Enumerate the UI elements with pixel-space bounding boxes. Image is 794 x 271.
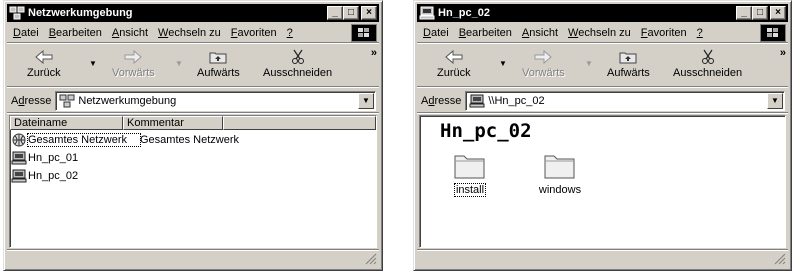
folder-label: windows (538, 184, 582, 196)
forward-arrow-icon (534, 49, 553, 65)
status-bar (417, 249, 788, 267)
cut-button[interactable]: Ausschneiden (673, 49, 742, 79)
folder-up-icon (209, 52, 227, 64)
folder-item-install[interactable]: install (440, 150, 500, 197)
menu-favoriten[interactable]: Favoriten (641, 27, 687, 39)
address-label: Adresse (421, 94, 462, 107)
resize-grip-icon[interactable] (365, 253, 377, 265)
item-name: Hn_pc_01 (28, 152, 79, 164)
column-headers: Dateiname Kommentar (10, 116, 376, 130)
menu-bar: Datei Bearbeiten Ansicht Wechseln zu Fav… (7, 23, 379, 43)
window-netzwerkumgebung: Netzwerkumgebung _ □ × Datei Bearbeiten … (3, 0, 383, 271)
back-arrow-icon (445, 49, 463, 65)
item-name: Hn_pc_02 (28, 170, 79, 182)
window-title: Hn_pc_02 (438, 7, 490, 19)
toolbar-more-button[interactable]: » (780, 47, 786, 59)
window-hn-pc-02: Hn_pc_02 _ □ × Datei Bearbeiten Ansicht … (413, 0, 792, 271)
list-item[interactable]: Hn_pc_01 (10, 150, 376, 166)
folder-icon (544, 155, 575, 179)
forward-button[interactable]: Vorwärts (522, 49, 565, 79)
computer-icon (469, 94, 485, 107)
up-button[interactable]: Aufwärts (607, 49, 650, 79)
computer-icon (11, 169, 27, 183)
menu-ansicht[interactable]: Ansicht (112, 27, 148, 39)
scissors-icon (291, 49, 304, 64)
column-header-comment[interactable]: Kommentar (123, 116, 223, 130)
forward-history-dropdown[interactable]: ▼ (175, 59, 183, 68)
menu-datei[interactable]: Datei (13, 27, 39, 39)
network-neighborhood-icon (9, 6, 25, 20)
up-button[interactable]: Aufwärts (197, 49, 240, 79)
menu-bearbeiten[interactable]: Bearbeiten (49, 27, 102, 39)
computer-icon (419, 6, 435, 20)
close-button[interactable]: × (361, 6, 377, 20)
address-field[interactable]: Netzwerkumgebung ▼ (55, 90, 376, 111)
item-name: Gesamtes Netzwerk (27, 133, 141, 147)
minimize-button[interactable]: _ (736, 6, 752, 20)
maximize-button[interactable]: □ (752, 6, 768, 20)
back-history-dropdown[interactable]: ▼ (499, 59, 507, 68)
scissors-icon (701, 49, 714, 64)
network-neighborhood-icon (59, 94, 75, 107)
menu-bearbeiten[interactable]: Bearbeiten (459, 27, 512, 39)
toolbar-more-button[interactable]: » (371, 47, 377, 59)
file-list[interactable]: Dateiname Kommentar Gesamtes Netzwerk Ge… (9, 115, 377, 248)
windows-logo-icon (351, 24, 377, 42)
minimize-button[interactable]: _ (327, 6, 343, 20)
item-comment: Gesamtes Netzwerk (140, 134, 240, 146)
forward-history-dropdown[interactable]: ▼ (585, 59, 593, 68)
menu-wechseln-zu[interactable]: Wechseln zu (158, 27, 221, 39)
toolbar: Zurück ▼ Vorwärts ▼ Aufwärts Ausschneide… (417, 45, 788, 87)
folder-label: install (453, 183, 487, 197)
address-value: \\Hn_pc_02 (488, 94, 545, 107)
menu-datei[interactable]: Datei (423, 27, 449, 39)
address-dropdown-button[interactable]: ▼ (767, 92, 783, 109)
folder-icon (454, 155, 485, 179)
address-bar: Adresse Netzwerkumgebung ▼ (7, 89, 379, 113)
menu-help[interactable]: ? (287, 27, 293, 39)
back-button[interactable]: Zurück (27, 49, 61, 79)
title-bar[interactable]: Hn_pc_02 _ □ × (417, 4, 788, 22)
back-button[interactable]: Zurück (437, 49, 471, 79)
forward-arrow-icon (124, 49, 143, 65)
back-history-dropdown[interactable]: ▼ (89, 59, 97, 68)
window-title: Netzwerkumgebung (28, 7, 133, 19)
column-header-name[interactable]: Dateiname (10, 116, 123, 130)
back-arrow-icon (35, 49, 53, 65)
computer-icon (11, 151, 27, 165)
address-label: Adresse (11, 94, 52, 107)
menu-favoriten[interactable]: Favoriten (231, 27, 277, 39)
menu-help[interactable]: ? (697, 27, 703, 39)
maximize-button[interactable]: □ (343, 6, 359, 20)
folder-heading: Hn_pc_02 (440, 120, 532, 142)
globe-icon (12, 133, 26, 147)
folder-item-windows[interactable]: windows (530, 150, 590, 196)
windows-logo-icon (760, 24, 786, 42)
folder-view[interactable]: Hn_pc_02 install windows (419, 115, 786, 248)
resize-grip-icon[interactable] (774, 253, 786, 265)
list-item[interactable]: Hn_pc_02 (10, 168, 376, 184)
menu-wechseln-zu[interactable]: Wechseln zu (568, 27, 631, 39)
list-item[interactable]: Gesamtes Netzwerk Gesamtes Netzwerk (10, 132, 376, 148)
address-field[interactable]: \\Hn_pc_02 ▼ (465, 90, 785, 111)
address-value: Netzwerkumgebung (78, 94, 177, 107)
column-header-empty[interactable] (223, 116, 376, 130)
toolbar: Zurück ▼ Vorwärts ▼ Aufwärts Ausschneide… (7, 45, 379, 87)
title-bar[interactable]: Netzwerkumgebung _ □ × (7, 4, 379, 22)
forward-button[interactable]: Vorwärts (112, 49, 155, 79)
cut-button[interactable]: Ausschneiden (263, 49, 332, 79)
folder-up-icon (619, 52, 637, 64)
status-bar (7, 249, 379, 267)
address-bar: Adresse \\Hn_pc_02 ▼ (417, 89, 788, 113)
close-button[interactable]: × (770, 6, 786, 20)
menu-ansicht[interactable]: Ansicht (522, 27, 558, 39)
address-dropdown-button[interactable]: ▼ (358, 92, 374, 109)
menu-bar: Datei Bearbeiten Ansicht Wechseln zu Fav… (417, 23, 788, 43)
